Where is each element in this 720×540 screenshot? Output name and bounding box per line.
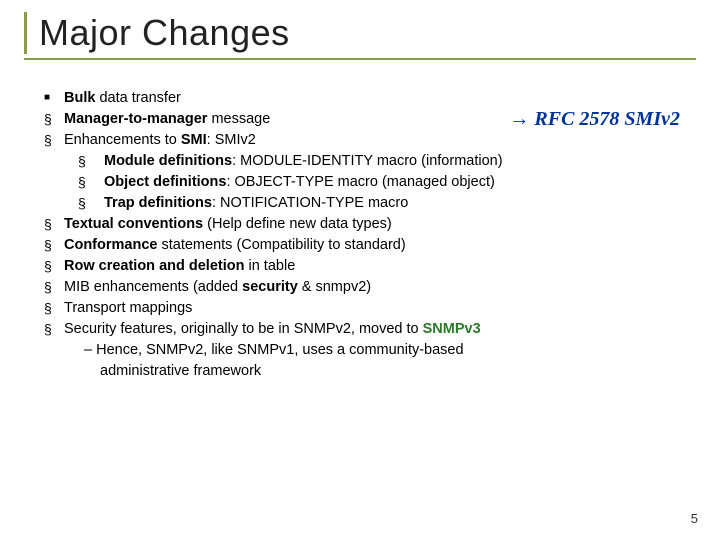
bullet-conformance: Conformance statements (Compatibility to… <box>40 235 696 256</box>
bullet-transport: Transport mappings <box>40 298 696 319</box>
slide-title: Major Changes <box>39 12 696 54</box>
bullet-mib: MIB enhancements (added security & snmpv… <box>40 277 696 298</box>
dash-line: – Hence, SNMPv2, like SNMPv1, uses a com… <box>40 340 696 361</box>
bullet-m2m: Manager-to-manager message <box>40 109 696 130</box>
dash-line-2: administrative framework <box>40 361 696 382</box>
bullet-row: Row creation and deletion in table <box>40 256 696 277</box>
slide: Major Changes → RFC 2578 SMIv2 Bulk data… <box>0 0 720 540</box>
bullet-security: Security features, originally to be in S… <box>40 319 696 340</box>
sub-object: Object definitions: OBJECT-TYPE macro (m… <box>40 172 696 193</box>
sub-trap: Trap definitions: NOTIFICATION-TYPE macr… <box>40 193 696 214</box>
page-number: 5 <box>691 511 698 526</box>
title-block: Major Changes <box>24 12 696 54</box>
bullet-textual: Textual conventions (Help define new dat… <box>40 214 696 235</box>
sub-module: Module definitions: MODULE-IDENTITY macr… <box>40 151 696 172</box>
content: Bulk data transfer Manager-to-manager me… <box>24 88 696 382</box>
bullet-smi: Enhancements to SMI: SMIv2 <box>40 130 696 151</box>
title-rule <box>24 58 696 60</box>
bullet-bulk: Bulk data transfer <box>40 88 696 109</box>
